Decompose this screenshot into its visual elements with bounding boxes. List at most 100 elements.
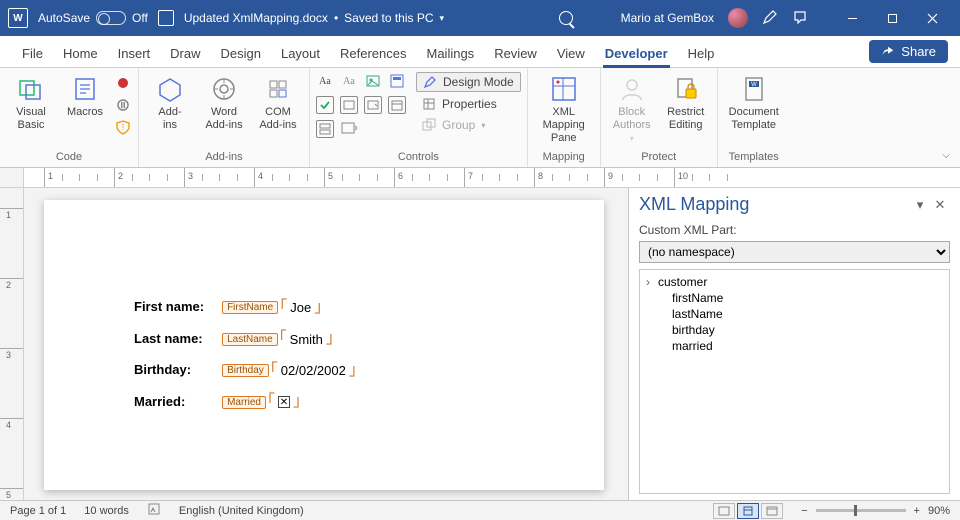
pane-close-button[interactable]: ✕ [930,197,950,213]
table-row: Last name: LastName｢Smith｣ [126,324,366,354]
repeating-cc-icon[interactable] [316,120,334,138]
restrict-editing-icon [671,74,701,104]
addins-button[interactable]: Add- ins [145,72,195,132]
vertical-ruler[interactable]: 12345 [0,188,24,500]
minimize-button[interactable] [832,4,872,32]
content-control[interactable]: Birthday｢02/02/2002｣ [222,363,358,379]
group-label-mapping: Mapping [534,149,594,165]
menu-tab-review[interactable]: Review [484,40,547,67]
document-page: First name:FirstName｢Joe｣Last name: LastN… [44,200,604,490]
chevron-down-icon[interactable]: ▾ [440,13,445,24]
date-cc-icon[interactable] [388,96,406,114]
field-label: Married: [126,387,212,417]
design-mode-button[interactable]: Design Mode [416,72,521,92]
com-addins-icon [263,74,293,104]
tree-node-root[interactable]: ›customer [646,274,943,290]
toggle-icon [96,11,126,25]
view-focus-button[interactable] [713,503,735,519]
title-bar: W AutoSave Off Updated XmlMapping.docx •… [0,0,960,36]
custom-xml-part-select[interactable]: (no namespace) [639,241,950,263]
avatar[interactable] [728,8,748,28]
xml-mapping-pane-button[interactable]: XML Mapping Pane [534,72,594,146]
menu-tab-references[interactable]: References [330,40,416,67]
pause-macro-icon[interactable] [114,96,132,114]
autosave-toggle[interactable]: AutoSave Off [38,11,148,25]
tree-node[interactable]: lastName [646,306,943,322]
group-label-addins: Add-ins [145,149,303,165]
menu-tab-draw[interactable]: Draw [160,40,210,67]
content-control[interactable]: Married｢✕｣ [222,394,302,410]
checkbox-icon[interactable]: ✕ [278,396,290,408]
zoom-in-button[interactable]: + [914,505,920,517]
menu-tab-mailings[interactable]: Mailings [417,40,485,67]
status-page[interactable]: Page 1 of 1 [10,505,66,517]
autosave-label: AutoSave [38,11,90,25]
menu-tab-file[interactable]: File [12,40,53,67]
save-icon[interactable] [158,10,174,26]
group-button[interactable]: Group ▾ [416,116,521,134]
legacy-tools-icon[interactable] [340,120,358,138]
maximize-button[interactable] [872,4,912,32]
field-label: Birthday: [126,355,212,385]
tree-node[interactable]: married [646,338,943,354]
properties-icon [422,97,436,111]
menu-tab-developer[interactable]: Developer [595,40,678,67]
group-label-controls: Controls [316,149,521,165]
share-button[interactable]: Share [869,40,948,63]
document-filename: Updated XmlMapping.docx [184,11,328,25]
menu-tab-home[interactable]: Home [53,40,108,67]
menu-tab-view[interactable]: View [547,40,595,67]
status-proofing-icon[interactable] [147,502,161,519]
status-words[interactable]: 10 words [84,505,129,517]
view-print-button[interactable] [737,503,759,519]
horizontal-ruler[interactable] [0,168,960,188]
content-control[interactable]: LastName｢Smith｣ [222,331,335,347]
dropdown-cc-icon[interactable] [364,96,382,114]
cc-tag: Married [222,396,266,409]
close-button[interactable] [912,4,952,32]
menu-tab-help[interactable]: Help [678,40,725,67]
record-macro-icon[interactable] [114,74,132,92]
building-block-cc-icon[interactable] [388,72,406,90]
field-label: Last name: [126,324,212,354]
tree-node[interactable]: firstName [646,290,943,306]
svg-text:!: ! [122,122,125,132]
restrict-editing-button[interactable]: Restrict Editing [661,72,711,132]
pane-options-button[interactable]: ▾ [910,197,930,213]
menu-tab-insert[interactable]: Insert [108,40,161,67]
combobox-cc-icon[interactable] [340,96,358,114]
notifications-icon[interactable] [792,9,808,28]
menu-tab-layout[interactable]: Layout [271,40,330,67]
cc-value: 02/02/2002 [279,363,348,378]
macro-security-icon[interactable]: ! [114,118,132,136]
picture-cc-icon[interactable] [364,72,382,90]
user-name[interactable]: Mario at GemBox [621,11,714,25]
table-row: First name:FirstName｢Joe｣ [126,292,366,322]
zoom-control[interactable]: − + 90% [801,505,950,517]
tree-node[interactable]: birthday [646,322,943,338]
properties-button[interactable]: Properties [416,95,521,113]
pen-icon[interactable] [762,9,778,28]
content-control[interactable]: FirstName｢Joe｣ [222,300,323,316]
macros-button[interactable]: Macros [60,72,110,119]
menu-tab-design[interactable]: Design [211,40,271,67]
collapse-ribbon-button[interactable]: ⌵ [942,150,950,161]
xml-tree[interactable]: ›customerfirstNamelastNamebirthdaymarrie… [639,269,950,494]
view-web-button[interactable] [761,503,783,519]
pane-title: XML Mapping [639,194,910,215]
document-area[interactable]: First name:FirstName｢Joe｣Last name: LastN… [24,188,628,500]
word-addins-button[interactable]: Word Add-ins [199,72,249,132]
status-language[interactable]: English (United Kingdom) [179,505,304,517]
zoom-value[interactable]: 90% [928,505,950,517]
rich-text-cc-icon[interactable]: Aa [316,72,334,90]
plain-text-cc-icon[interactable]: Aa [340,72,358,90]
com-addins-button[interactable]: COM Add-ins [253,72,303,132]
block-authors-icon [617,74,647,104]
document-template-button[interactable]: W Document Template [724,72,784,132]
checkbox-cc-icon[interactable] [316,96,334,114]
zoom-out-button[interactable]: − [801,505,807,517]
visual-basic-button[interactable]: Visual Basic [6,72,56,132]
autosave-state: Off [132,11,148,25]
search-icon[interactable] [559,11,573,25]
design-mode-icon [423,75,437,89]
